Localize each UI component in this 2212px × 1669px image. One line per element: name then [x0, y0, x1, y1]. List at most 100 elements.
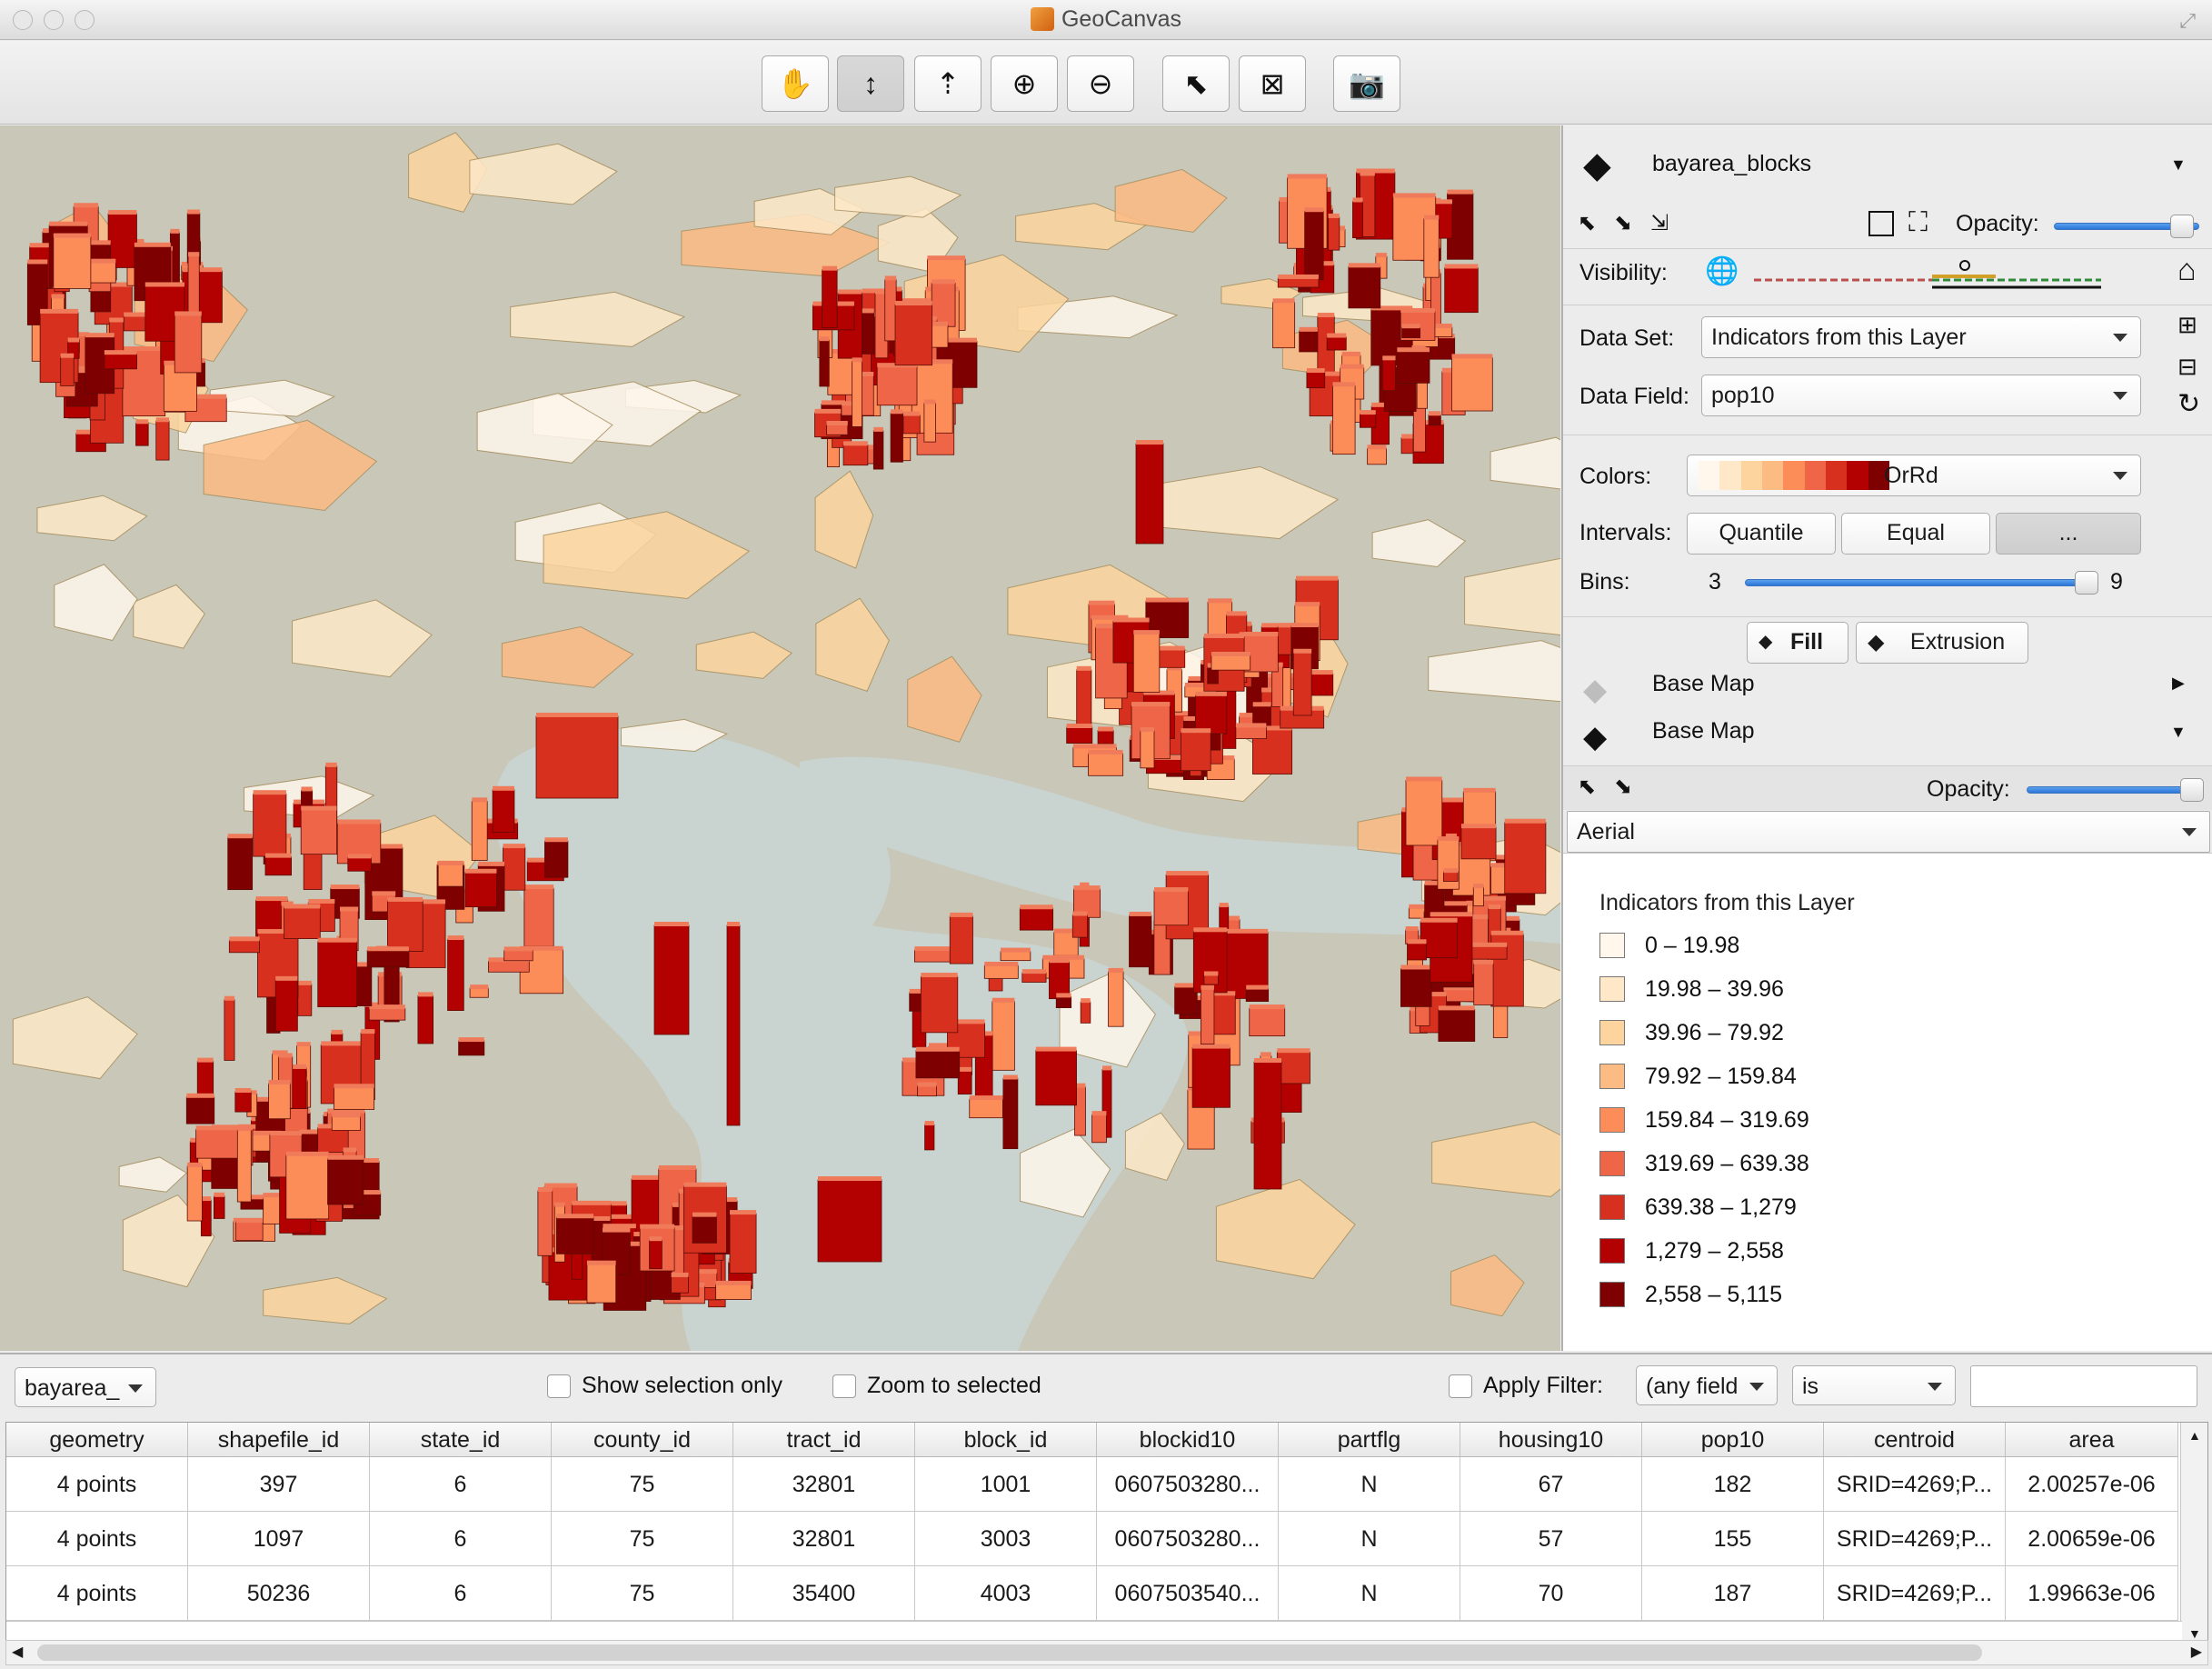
base-map-collapse-icon[interactable]: ▼: [2170, 724, 2187, 740]
move-bottom-icon[interactable]: ⇲: [1650, 213, 1669, 235]
outline-toggle-icon[interactable]: [1868, 211, 1894, 236]
zoom-to-selected-checkbox[interactable]: [832, 1374, 856, 1398]
table-cell[interactable]: 70: [1460, 1566, 1642, 1621]
bins-slider[interactable]: [1745, 571, 2098, 595]
column-header-housing10[interactable]: housing10: [1460, 1423, 1642, 1457]
show-selection-only-checkbox[interactable]: [547, 1374, 571, 1398]
zoom-to-layer-icon[interactable]: ⛶: [1908, 209, 1928, 236]
base-map-label-1[interactable]: Base Map: [1652, 671, 1755, 697]
scroll-up-arrow-icon[interactable]: ▲: [2188, 1428, 2201, 1443]
table-cell[interactable]: 32801: [733, 1512, 915, 1566]
table-cell[interactable]: 2.00257e-06: [2006, 1457, 2178, 1512]
equal-button[interactable]: Equal: [1841, 513, 1990, 555]
clear-selection-button[interactable]: ⊠: [1239, 55, 1306, 112]
layer-name[interactable]: bayarea_blocks: [1652, 151, 1811, 177]
base-move-up-icon[interactable]: ⬉: [1578, 776, 1596, 798]
table-icon[interactable]: ⊟: [2177, 355, 2197, 378]
bins-slider-knob[interactable]: [2075, 571, 2098, 595]
datafield-select[interactable]: pop10: [1701, 375, 2141, 416]
base-map-expand-icon[interactable]: ▶: [2172, 675, 2185, 691]
base-opacity-knob[interactable]: [2180, 778, 2205, 802]
table-cell[interactable]: 2.00659e-06: [2006, 1512, 2178, 1566]
table-horizontal-scrollbar[interactable]: ◀ ▶: [5, 1640, 2208, 1665]
scroll-left-arrow-icon[interactable]: ◀: [12, 1643, 23, 1661]
select-arrow-button[interactable]: ⬉: [1162, 55, 1230, 112]
filter-value-input[interactable]: [1970, 1365, 2197, 1407]
table-cell[interactable]: 75: [552, 1457, 733, 1512]
basemap-type-select[interactable]: Aerial: [1567, 811, 2210, 853]
column-header-block_id[interactable]: block_id: [915, 1423, 1097, 1457]
table-cell[interactable]: 57: [1460, 1512, 1642, 1566]
table-cell[interactable]: 67: [1460, 1457, 1642, 1512]
globe-icon[interactable]: 🌐: [1705, 258, 1739, 285]
base-move-down-icon[interactable]: ⬊: [1614, 776, 1632, 798]
home-icon[interactable]: ⌂: [2177, 255, 2197, 285]
table-cell[interactable]: N: [1279, 1512, 1460, 1566]
table-cell[interactable]: 4 points: [6, 1512, 188, 1566]
table-cell[interactable]: 4 points: [6, 1566, 188, 1621]
table-cell[interactable]: 6: [370, 1512, 552, 1566]
column-header-geometry[interactable]: geometry: [6, 1423, 188, 1457]
layer-opacity-slider[interactable]: [2054, 215, 2203, 238]
table-cell[interactable]: 0607503280...: [1097, 1512, 1279, 1566]
hand-pan-button[interactable]: ✋: [762, 55, 829, 112]
column-header-area[interactable]: area: [2006, 1423, 2178, 1457]
table-vertical-scrollbar[interactable]: ▲ ▼: [2180, 1423, 2207, 1646]
map-canvas[interactable]: [0, 125, 1560, 1351]
map-view[interactable]: [0, 125, 1560, 1351]
layer-expand-chevron-icon[interactable]: ▼: [2170, 156, 2187, 173]
column-header-county_id[interactable]: county_id: [552, 1423, 733, 1457]
visibility-range-slider[interactable]: [1750, 258, 2105, 291]
table-cell[interactable]: 1097: [188, 1512, 370, 1566]
vertical-tilt-button[interactable]: ↕: [837, 55, 904, 112]
column-header-partflg[interactable]: partflg: [1279, 1423, 1460, 1457]
table-cell[interactable]: 50236: [188, 1566, 370, 1621]
table-cell[interactable]: SRID=4269;P...: [1824, 1512, 2006, 1566]
table-cell[interactable]: N: [1279, 1566, 1460, 1621]
scroll-down-arrow-icon[interactable]: ▼: [2188, 1626, 2201, 1641]
quantile-button[interactable]: Quantile: [1687, 513, 1836, 555]
table-cell[interactable]: 6: [370, 1566, 552, 1621]
refresh-icon[interactable]: ↻: [2177, 391, 2200, 418]
table-cell[interactable]: N: [1279, 1457, 1460, 1512]
table-cell[interactable]: 155: [1642, 1512, 1824, 1566]
base-opacity-slider[interactable]: [2027, 778, 2205, 802]
table-cell[interactable]: 187: [1642, 1566, 1824, 1621]
column-header-tract_id[interactable]: tract_id: [733, 1423, 915, 1457]
table-cell[interactable]: 1001: [915, 1457, 1097, 1512]
table-cell[interactable]: 35400: [733, 1566, 915, 1621]
extrusion-tab[interactable]: ◆ Extrusion: [1856, 622, 2028, 664]
table-cell[interactable]: 0607503280...: [1097, 1457, 1279, 1512]
apply-filter-checkbox[interactable]: [1449, 1374, 1472, 1398]
fullscreen-icon[interactable]: ⤢: [2179, 9, 2196, 33]
table-layer-select[interactable]: bayarea_: [15, 1367, 156, 1407]
column-header-shapefile_id[interactable]: shapefile_id: [188, 1423, 370, 1457]
column-header-state_id[interactable]: state_id: [370, 1423, 552, 1457]
move-up-icon[interactable]: ⬉: [1578, 213, 1596, 235]
table-cell[interactable]: 4003: [915, 1566, 1097, 1621]
table-cell[interactable]: 4 points: [6, 1457, 188, 1512]
rotate-view-button[interactable]: ⇡: [914, 55, 981, 112]
column-header-blockid10[interactable]: blockid10: [1097, 1423, 1279, 1457]
scroll-right-arrow-icon[interactable]: ▶: [2191, 1643, 2202, 1661]
filter-field-select[interactable]: (any field: [1636, 1365, 1778, 1405]
dataset-select[interactable]: Indicators from this Layer: [1701, 316, 2141, 358]
zoom-in-button[interactable]: ⊕: [991, 55, 1058, 112]
table-cell[interactable]: 3003: [915, 1512, 1097, 1566]
camera-button[interactable]: 📷: [1333, 55, 1400, 112]
table-cell[interactable]: 0607503540...: [1097, 1566, 1279, 1621]
table-cell[interactable]: 75: [552, 1512, 733, 1566]
base-map-label-2[interactable]: Base Map: [1652, 718, 1755, 745]
move-down-icon[interactable]: ⬊: [1614, 213, 1632, 235]
zoom-out-button[interactable]: ⊖: [1067, 55, 1134, 112]
table-cell[interactable]: 182: [1642, 1457, 1824, 1512]
table-cell[interactable]: 32801: [733, 1457, 915, 1512]
fill-tab[interactable]: ◆ Fill: [1747, 622, 1848, 664]
table-cell[interactable]: SRID=4269;P...: [1824, 1457, 2006, 1512]
filter-operator-select[interactable]: is: [1792, 1365, 1956, 1405]
column-header-pop10[interactable]: pop10: [1642, 1423, 1824, 1457]
custom-intervals-button[interactable]: ...: [1996, 513, 2141, 555]
color-scheme-select[interactable]: OrRd: [1687, 455, 2141, 496]
table-cell[interactable]: 6: [370, 1457, 552, 1512]
column-header-centroid[interactable]: centroid: [1824, 1423, 2006, 1457]
